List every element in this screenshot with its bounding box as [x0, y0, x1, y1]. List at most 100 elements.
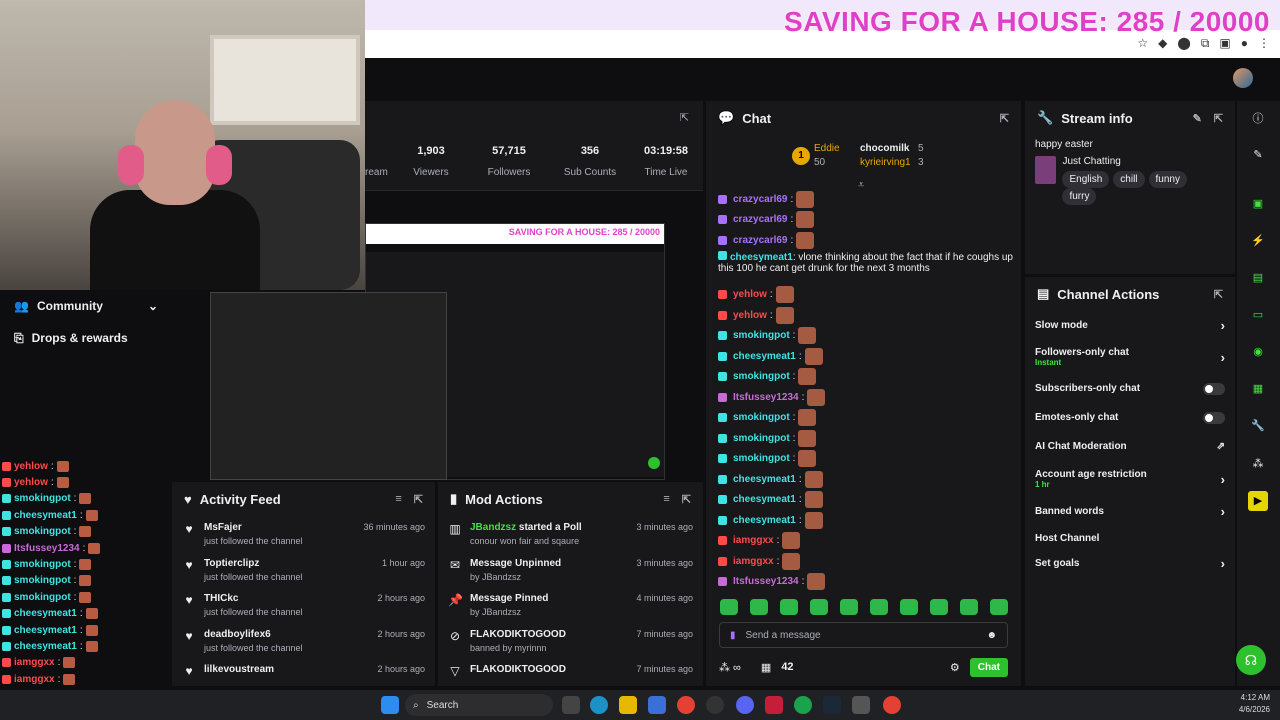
external-link-icon[interactable]: ⇗ — [1217, 441, 1225, 452]
emote-bar[interactable] — [720, 599, 1008, 615]
chat-message[interactable]: smokingpot: — [718, 408, 1013, 429]
popout-icon[interactable]: ⇱ — [1214, 112, 1223, 125]
channel-action-item[interactable]: AI Chat Moderation ⇗ — [1025, 432, 1235, 461]
mod-action-item[interactable]: ✉ Message Unpinned by JBandzsz 3 minutes ag… — [448, 552, 693, 588]
menu-icon[interactable]: ⋮ — [1258, 36, 1270, 51]
opera-icon[interactable]: ⬤ — [1177, 36, 1190, 51]
chat-message[interactable]: iamggxx: — [718, 531, 1013, 552]
broadcast-icon[interactable]: ◉ — [1248, 342, 1268, 362]
stream-tag[interactable]: chill — [1113, 171, 1145, 188]
chat-username[interactable]: iamggxx — [733, 556, 774, 567]
epic-icon[interactable] — [852, 696, 870, 714]
chat-username[interactable]: cheesymeat1 — [733, 494, 796, 505]
windows-start-icon[interactable] — [381, 696, 399, 714]
activity-item[interactable]: ♥ MsFajer just followed the channel 36 minu… — [182, 516, 425, 552]
folder-icon[interactable] — [619, 696, 637, 714]
quick-action-icon[interactable]: ▣ — [1248, 194, 1268, 214]
filter-icon[interactable]: ≡ — [395, 493, 401, 506]
filter-icon[interactable]: ≡ — [663, 493, 669, 506]
hype-leaderboard[interactable]: 1 Eddie 50 chocomilk 5 kyrieirving1 3 — [792, 141, 942, 173]
chat-message[interactable]: smokingpot: — [718, 428, 1013, 449]
activity-item[interactable]: ♥ deadboylifex6 just followed the channel 2… — [182, 623, 425, 659]
chat-username[interactable]: cheesymeat1 — [733, 474, 796, 485]
activity-username[interactable]: lilkevoustream — [204, 664, 369, 675]
popout-icon[interactable]: ⇱ — [414, 493, 423, 506]
mic-icon[interactable]: ▮ — [730, 630, 736, 641]
profile-icon[interactable]: ● — [1241, 36, 1248, 51]
edge-icon[interactable] — [590, 696, 608, 714]
chat-message[interactable]: yehlow: — [718, 285, 1013, 306]
chat-username[interactable]: crazycarl69 — [733, 235, 788, 246]
chat-username[interactable]: smokingpot — [733, 330, 790, 341]
chrome-alt-icon[interactable] — [794, 696, 812, 714]
chat-username[interactable]: iamggxx — [733, 535, 774, 546]
chat-username[interactable]: cheesymeat1 — [733, 351, 796, 362]
chat-username[interactable]: crazycarl69 — [733, 214, 788, 225]
chat-message[interactable]: smokingpot: — [718, 326, 1013, 347]
chat-username[interactable]: Itsfussey1234 — [733, 576, 799, 587]
popout-icon[interactable]: ⇱ — [1000, 112, 1009, 125]
grid-icon[interactable]: ▦ — [1248, 379, 1268, 399]
chat-bubble-icon[interactable]: ▭ — [1248, 305, 1268, 325]
chrome-icon[interactable] — [677, 696, 695, 714]
chat-message[interactable]: Itsfussey1234: — [718, 387, 1013, 408]
chat-message[interactable]: cheesymeat1: — [718, 510, 1013, 531]
chevron-right-icon[interactable]: › — [1221, 350, 1225, 365]
taskview-icon[interactable] — [562, 696, 580, 714]
clock-time[interactable]: 4:12 AM — [1239, 692, 1270, 704]
sidebar-item-community[interactable]: 👥 Community ⌄ — [0, 290, 172, 322]
clapper-icon[interactable]: ▶ — [1248, 491, 1268, 511]
list-icon[interactable]: ▤ — [1248, 268, 1268, 288]
chat-username[interactable]: Itsfussey1234 — [733, 392, 799, 403]
emote-button[interactable] — [840, 599, 858, 615]
activity-username[interactable]: Toptierclipz — [204, 558, 374, 569]
puzzle-icon[interactable]: ⧉ — [1201, 36, 1210, 51]
sidebar-item-drops[interactable]: ⎘ Drops & rewards — [0, 322, 172, 354]
points-icon[interactable]: ⁂ — [1248, 454, 1268, 474]
chat-message[interactable]: crazycarl69: — [718, 230, 1013, 251]
chat-username[interactable]: yehlow — [733, 310, 767, 321]
chat-message[interactable]: crazycarl69: — [718, 210, 1013, 231]
chat-send-button[interactable]: Chat — [969, 657, 1008, 677]
chat-message[interactable]: cheesymeat1: — [718, 469, 1013, 490]
popout-icon[interactable]: ⇱ — [682, 493, 691, 506]
activity-username[interactable]: THICkc — [204, 593, 369, 604]
tab-search-icon[interactable]: ▣ — [1219, 36, 1230, 51]
chat-message[interactable]: iamggxx: — [718, 551, 1013, 572]
activity-item[interactable]: ♥ Toptierclipz just followed the channel 1 … — [182, 552, 425, 588]
chevron-right-icon[interactable]: › — [1221, 556, 1225, 571]
store-icon[interactable] — [648, 696, 666, 714]
taskbar-search[interactable]: ⌕ Search — [405, 694, 553, 716]
chat-message[interactable]: yehlow: — [718, 305, 1013, 326]
help-icon[interactable]: ☊ — [1236, 645, 1266, 675]
activity-username[interactable]: deadboylifex6 — [204, 629, 369, 640]
emote-button[interactable] — [750, 599, 768, 615]
emote-button[interactable] — [990, 599, 1008, 615]
chat-message[interactable]: cheesymeat1: vlone thinking about the fa… — [718, 250, 1013, 285]
extension-icon[interactable]: ◆ — [1158, 36, 1167, 51]
activity-item[interactable]: ♥ lilkevoustream 2 hours ago — [182, 658, 425, 694]
chat-username[interactable]: smokingpot — [733, 371, 790, 382]
avatar[interactable] — [1233, 68, 1253, 88]
chat-username[interactable]: smokingpot — [733, 453, 790, 464]
channel-action-item[interactable]: Slow mode › — [1025, 311, 1235, 340]
channel-action-item[interactable]: Account age restriction 1 hr › — [1025, 461, 1235, 497]
chat-username[interactable]: smokingpot — [733, 433, 790, 444]
clock-date[interactable]: 4/6/2026 — [1239, 704, 1270, 716]
obs-icon[interactable] — [706, 696, 724, 714]
activity-username[interactable]: MsFajer — [204, 522, 355, 533]
stream-tag[interactable]: furry — [1062, 188, 1097, 205]
mod-action-item[interactable]: ▥ JBandzsz started a Poll conour won fair … — [448, 516, 693, 552]
chat-username[interactable]: yehlow — [733, 289, 767, 300]
chat-username[interactable]: smokingpot — [733, 412, 790, 423]
chat-message[interactable]: smokingpot: — [718, 367, 1013, 388]
bolt-icon[interactable]: ⚡ — [1248, 231, 1268, 251]
chat-message[interactable]: smokingpot: — [718, 449, 1013, 470]
settings-icon[interactable]: ⚙ — [950, 661, 960, 674]
edit-icon[interactable]: ✎ — [1193, 112, 1202, 125]
mod-action-item[interactable]: 📌 Message Pinned by JBandzsz 4 minutes ago — [448, 587, 693, 623]
toggle-switch[interactable] — [1203, 411, 1225, 424]
channel-action-item[interactable]: Followers-only chat Instant › — [1025, 340, 1235, 374]
chevron-right-icon[interactable]: › — [1221, 472, 1225, 487]
chat-username[interactable]: cheesymeat1 — [730, 252, 793, 263]
